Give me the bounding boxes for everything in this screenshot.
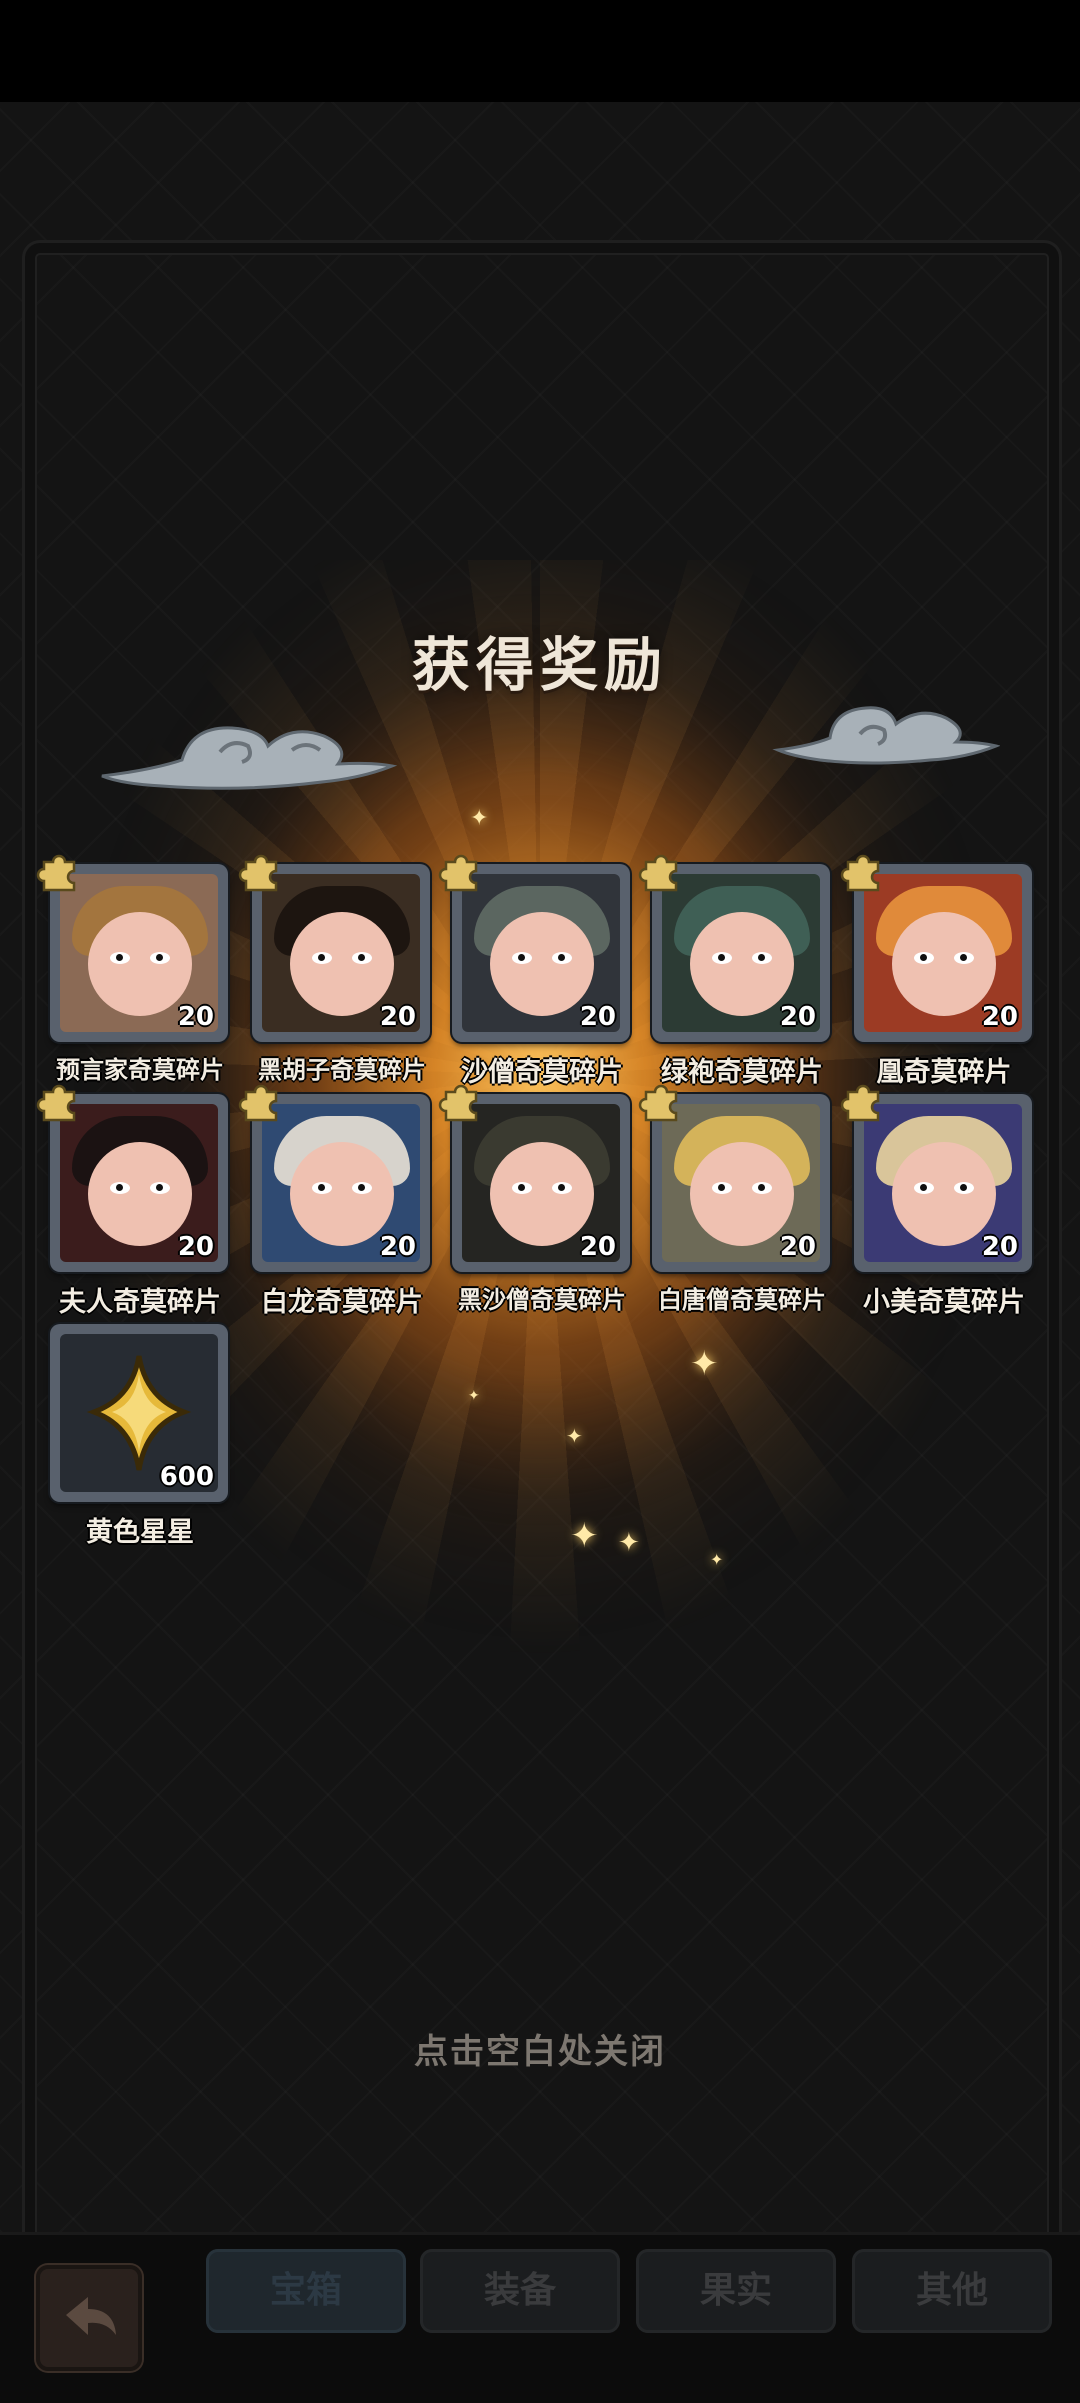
portrait-eye (752, 1182, 772, 1194)
reward-card[interactable]: 20 (438, 854, 630, 1042)
sparkle-icon: ✦ (710, 1550, 724, 1569)
reward-label: 夫人奇莫碎片 (59, 1287, 221, 1318)
portrait-face (892, 912, 996, 1016)
portrait-eye (110, 952, 130, 964)
reward-quantity: 20 (579, 1232, 616, 1262)
portrait-face (490, 1142, 594, 1246)
sparkle-icon: ✦ (618, 1528, 640, 1558)
sparkle-icon: ✦ (570, 1516, 599, 1556)
portrait-eye (150, 952, 170, 964)
tab-other[interactable]: 其他 (852, 2249, 1052, 2333)
portrait-eye (752, 952, 772, 964)
puzzle-piece-icon (438, 1084, 478, 1122)
sparkle-icon: ✦ (566, 1424, 583, 1448)
portrait-eye (512, 1182, 532, 1194)
reward-quantity: 20 (579, 1002, 616, 1032)
portrait-eye (954, 1182, 974, 1194)
sparkle-icon: ✦ (690, 1344, 719, 1384)
portrait-eye (512, 952, 532, 964)
puzzle-piece-icon (638, 854, 678, 892)
portrait-face (490, 912, 594, 1016)
reward-item[interactable]: 20 绿袍奇莫碎片 (638, 854, 836, 1089)
sparkle-icon: ✦ (470, 806, 489, 831)
portrait-eye (312, 952, 332, 964)
back-arrow-icon (66, 2297, 116, 2335)
portrait-eye (312, 1182, 332, 1194)
portrait-face (892, 1142, 996, 1246)
portrait-eye (914, 1182, 934, 1194)
portrait-face (690, 1142, 794, 1246)
reward-card[interactable]: 20 (638, 854, 830, 1042)
reward-card[interactable]: 20 (438, 1084, 630, 1272)
reward-item[interactable]: 20 白龙奇莫碎片 (238, 1084, 436, 1319)
reward-label: 白龙奇莫碎片 (261, 1287, 423, 1318)
reward-quantity: 20 (379, 1002, 416, 1032)
portrait-eye (914, 952, 934, 964)
reward-quantity: 600 (159, 1462, 214, 1492)
reward-quantity: 20 (779, 1232, 816, 1262)
portrait-eye (954, 952, 974, 964)
reward-label: 黑沙僧奇莫碎片 (458, 1286, 626, 1314)
reward-item[interactable]: 20 凰奇莫碎片 (840, 854, 1038, 1089)
portrait-eye (712, 1182, 732, 1194)
portrait-eye (552, 1182, 572, 1194)
tab-equipment[interactable]: 装备 (420, 2249, 620, 2333)
reward-label: 小美奇莫碎片 (863, 1287, 1025, 1318)
portrait-eye (352, 952, 372, 964)
puzzle-piece-icon (438, 854, 478, 892)
reward-card[interactable]: 20 (36, 854, 228, 1042)
close-hint[interactable]: 点击空白处关闭 (0, 2024, 1080, 2073)
reward-item[interactable]: 20 夫人奇莫碎片 (36, 1084, 234, 1319)
portrait-face (88, 912, 192, 1016)
reward-card[interactable]: 600 (50, 1324, 228, 1502)
reward-card[interactable]: 20 (840, 1084, 1032, 1272)
portrait-face (690, 912, 794, 1016)
reward-quantity: 20 (981, 1002, 1018, 1032)
reward-card[interactable]: 20 (238, 854, 430, 1042)
portrait-face (290, 1142, 394, 1246)
status-bar (0, 0, 1080, 102)
reward-card[interactable]: 20 (238, 1084, 430, 1272)
reward-quantity: 20 (177, 1232, 214, 1262)
reward-item[interactable]: 20 小美奇莫碎片 (840, 1084, 1038, 1319)
portrait-eye (352, 1182, 372, 1194)
reward-card[interactable]: 20 (638, 1084, 830, 1272)
reward-item[interactable]: 600 黄色星星 (50, 1324, 234, 1549)
reward-quantity: 20 (379, 1232, 416, 1262)
cloud-left-icon (101, 726, 398, 790)
puzzle-piece-icon (840, 1084, 880, 1122)
bottom-nav-bar: 宝箱 装备 果实 其他 (0, 2232, 1080, 2403)
puzzle-piece-icon (36, 1084, 76, 1122)
portrait-eye (712, 952, 732, 964)
reward-card[interactable]: 20 (36, 1084, 228, 1272)
reward-item[interactable]: 20 白唐僧奇莫碎片 (638, 1084, 836, 1315)
reward-quantity: 20 (177, 1002, 214, 1032)
tab-chest[interactable]: 宝箱 (206, 2249, 406, 2333)
puzzle-piece-icon (238, 854, 278, 892)
puzzle-piece-icon (638, 1084, 678, 1122)
tab-fruit[interactable]: 果实 (636, 2249, 836, 2333)
portrait-eye (150, 1182, 170, 1194)
portrait-face (290, 912, 394, 1016)
portrait-eye (110, 1182, 130, 1194)
reward-label: 白唐僧奇莫碎片 (658, 1286, 826, 1314)
back-button[interactable] (36, 2265, 142, 2371)
reward-item[interactable]: 20 沙僧奇莫碎片 (438, 854, 636, 1089)
portrait-eye (552, 952, 572, 964)
reward-quantity: 20 (779, 1002, 816, 1032)
cloud-right-icon (772, 706, 1000, 765)
portrait-face (88, 1142, 192, 1246)
reward-label: 黄色星星 (86, 1517, 194, 1548)
reward-card[interactable]: 20 (840, 854, 1032, 1042)
puzzle-piece-icon (36, 854, 76, 892)
puzzle-piece-icon (238, 1084, 278, 1122)
reward-title: 获得奖励 (411, 631, 668, 699)
reward-quantity: 20 (981, 1232, 1018, 1262)
puzzle-piece-icon (840, 854, 880, 892)
reward-item[interactable]: 20 黑胡子奇莫碎片 (238, 854, 436, 1085)
reward-item[interactable]: 20 黑沙僧奇莫碎片 (438, 1084, 636, 1315)
sparkle-icon: ✦ (468, 1388, 480, 1404)
reward-item[interactable]: 20 预言家奇莫碎片 (36, 854, 234, 1085)
